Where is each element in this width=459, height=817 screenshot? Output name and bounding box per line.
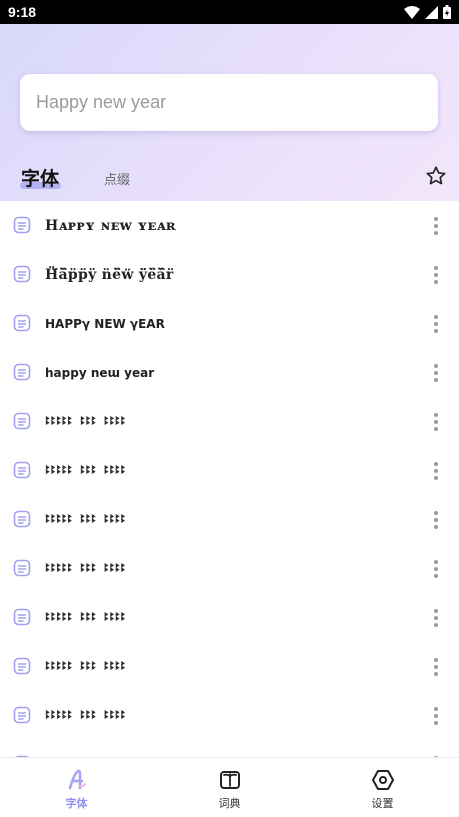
- favorite-star-icon[interactable]: [425, 165, 447, 187]
- wifi-icon: [404, 5, 420, 19]
- nav-fonts-label: 字体: [65, 796, 88, 810]
- book-icon: [219, 770, 240, 789]
- text-style-icon: [13, 608, 31, 626]
- list-item[interactable]: ꔪꔪꔪꔪꔪ ꔪꔪꔪ ꔪꔪꔪꔪ: [0, 544, 459, 593]
- text-style-icon: [13, 461, 31, 479]
- more-options-icon[interactable]: [432, 216, 440, 236]
- more-options-icon[interactable]: [432, 706, 440, 726]
- list-item-text: ꔪꔪꔪꔪꔪ ꔪꔪꔪ ꔪꔪꔪꔪ: [45, 512, 126, 526]
- more-options-icon[interactable]: [432, 412, 440, 432]
- more-options-icon[interactable]: [432, 265, 440, 285]
- text-style-icon: [13, 412, 31, 430]
- status-icons: [404, 5, 451, 19]
- list-item-text: Ḧ̈ä̈p̈p̈ÿ n̈ë̈ẅ ÿ̈ë̈ä̈r̈: [45, 266, 174, 283]
- list-item[interactable]: ꔪꔪꔪꔪꔪ ꔪꔪꔪ ꔪꔪꔪꔪ: [0, 593, 459, 642]
- category-tabs: 字体 点缀: [0, 164, 459, 196]
- list-item[interactable]: Ḧ̈ä̈p̈p̈ÿ n̈ë̈ẅ ÿ̈ë̈ä̈r̈: [0, 250, 459, 299]
- more-options-icon[interactable]: [432, 510, 440, 530]
- nav-dictionary-label: 词典: [218, 796, 241, 810]
- settings-icon: [371, 769, 394, 790]
- search-input[interactable]: Happy new year: [20, 74, 438, 131]
- text-style-icon: [13, 559, 31, 577]
- status-time: 9:18: [8, 4, 37, 20]
- signal-icon: [425, 5, 438, 19]
- text-style-icon: [13, 363, 31, 381]
- list-item-text: ꔪꔪꔪꔪꔪ ꔪꔪꔪ ꔪꔪꔪꔪ: [45, 708, 126, 722]
- status-bar: 9:18: [0, 0, 459, 24]
- font-style-list: Hᴀᴘᴘʏ ɴᴇᴡ ʏᴇᴀʀ Ḧ̈ä̈p̈p̈ÿ n̈ë̈ẅ ÿ̈ë̈ä̈r̈ HA…: [0, 201, 459, 757]
- list-item-text: ꔪꔪꔪꔪꔪ ꔪꔪꔪ ꔪꔪꔪꔪ: [45, 610, 126, 624]
- more-options-icon[interactable]: [432, 461, 440, 481]
- nav-dictionary[interactable]: 词典: [153, 758, 306, 817]
- font-icon: [68, 769, 86, 789]
- list-item-text: ꔪꔪꔪꔪꔪ ꔪꔪꔪ ꔪꔪꔪꔪ: [45, 561, 126, 575]
- list-item-text: ꔪꔪꔪꔪꔪ ꔪꔪꔪ ꔪꔪꔪꔪ: [45, 414, 126, 428]
- text-style-icon: [13, 706, 31, 724]
- list-item-text: ꔪꔪꔪꔪꔪ ꔪꔪꔪ ꔪꔪꔪꔪ: [45, 659, 126, 673]
- search-input-value: Happy new year: [36, 92, 167, 112]
- more-options-icon[interactable]: [432, 657, 440, 677]
- list-item[interactable]: ꔪꔪꔪꔪꔪ ꔪꔪꔪ ꔪꔪꔪꔪ: [0, 691, 459, 740]
- list-item[interactable]: ꔪꔪꔪꔪꔪ ꔪꔪꔪ ꔪꔪꔪꔪ: [0, 397, 459, 446]
- header-area: Happy new year 字体 点缀: [0, 24, 459, 201]
- battery-icon: [443, 5, 451, 19]
- list-item[interactable]: HAPPγ NEW γEAR: [0, 299, 459, 348]
- text-style-icon: [13, 314, 31, 332]
- list-item-text: HAPPγ NEW γEAR: [45, 316, 165, 331]
- text-style-icon: [13, 510, 31, 528]
- more-options-icon[interactable]: [432, 608, 440, 628]
- list-item-text: Hᴀᴘᴘʏ ɴᴇᴡ ʏᴇᴀʀ: [45, 217, 176, 234]
- list-item[interactable]: happy neɯ year: [0, 348, 459, 397]
- nav-fonts[interactable]: 字体: [0, 758, 153, 817]
- more-options-icon[interactable]: [432, 559, 440, 579]
- tab-decorations[interactable]: 点缀: [104, 169, 130, 188]
- more-options-icon[interactable]: [432, 314, 440, 334]
- list-item[interactable]: ꔪꔪꔪꔪꔪ ꔪꔪꔪ ꔪꔪꔪꔪ: [0, 446, 459, 495]
- list-item[interactable]: ꔪꔪꔪꔪꔪ ꔪꔪꔪ ꔪꔪꔪꔪ: [0, 495, 459, 544]
- text-style-icon: [13, 216, 31, 234]
- list-item[interactable]: Hᴀᴘᴘʏ ɴᴇᴡ ʏᴇᴀʀ: [0, 201, 459, 250]
- nav-settings[interactable]: 设置: [306, 758, 459, 817]
- list-item[interactable]: ꔪꔪꔪꔪꔪ ꔪꔪꔪ ꔪꔪꔪꔪ: [0, 642, 459, 691]
- list-item[interactable]: [0, 740, 459, 757]
- tab-fonts[interactable]: 字体: [21, 164, 59, 191]
- nav-settings-label: 设置: [371, 796, 394, 810]
- more-options-icon[interactable]: [432, 363, 440, 383]
- text-style-icon: [13, 657, 31, 675]
- text-style-icon: [13, 265, 31, 283]
- list-item-text: happy neɯ year: [45, 365, 155, 380]
- list-item-text: ꔪꔪꔪꔪꔪ ꔪꔪꔪ ꔪꔪꔪꔪ: [45, 463, 126, 477]
- bottom-navigation: 字体 词典 设置: [0, 757, 459, 817]
